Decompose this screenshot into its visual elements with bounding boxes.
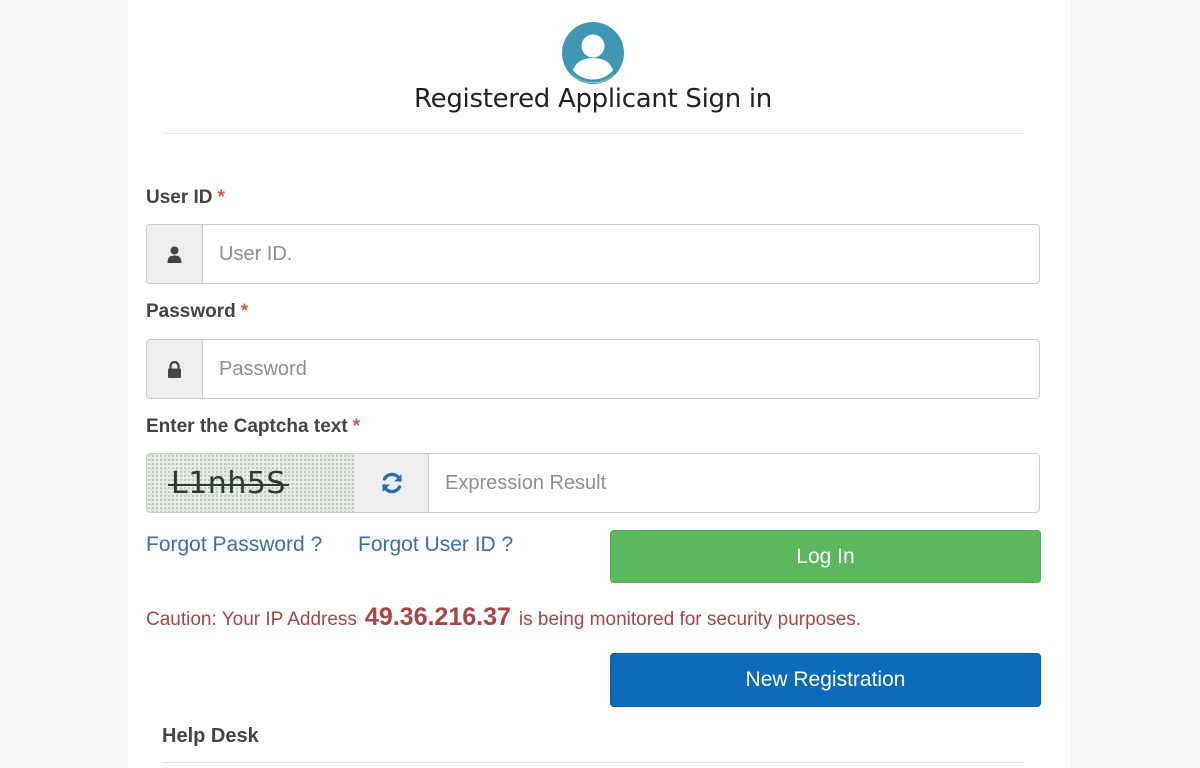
password-input-group (146, 339, 1040, 399)
user-id-label-text: User ID (146, 187, 213, 208)
password-label-text: Password (146, 301, 236, 322)
required-mark: * (352, 416, 361, 437)
refresh-icon[interactable] (355, 454, 429, 512)
page-title: Registered Applicant Sign in (414, 84, 772, 114)
caution-suffix: is being monitored for security purposes… (518, 609, 862, 630)
captcha-label-text: Enter the Captcha text (146, 416, 348, 437)
user-circle-icon (562, 22, 624, 84)
divider (162, 762, 1024, 763)
required-mark: * (217, 187, 225, 208)
password-label: Password * (146, 301, 248, 323)
signin-panel: Registered Applicant Sign in User ID* Pa… (128, 0, 1071, 768)
ip-caution-message: Caution: Your IP Address 49.36.216.37 is b… (146, 603, 861, 632)
captcha-text: L1nh5S (168, 465, 289, 501)
captcha-result-input[interactable] (429, 454, 1039, 512)
forgot-user-id-link[interactable]: Forgot User ID ? (358, 533, 513, 557)
password-input[interactable] (203, 340, 1039, 398)
login-button[interactable]: Log In (610, 530, 1041, 583)
new-registration-button[interactable]: New Registration (610, 653, 1041, 707)
lock-icon (147, 340, 203, 398)
forgot-password-link[interactable]: Forgot Password ? (146, 533, 322, 557)
required-mark: * (240, 301, 249, 322)
divider (162, 133, 1024, 134)
user-id-input-group (146, 224, 1040, 284)
captcha-label: Enter the Captcha text * (146, 416, 360, 438)
user-id-input[interactable] (203, 225, 1039, 283)
user-icon (147, 225, 203, 283)
caution-prefix: Caution: Your IP Address (146, 609, 357, 630)
user-id-label: User ID * (146, 187, 225, 209)
captcha-input-group: L1nh5S (146, 453, 1040, 513)
ip-address: 49.36.216.37 (364, 603, 511, 631)
captcha-image: L1nh5S (147, 454, 355, 512)
help-desk-heading: Help Desk (162, 725, 259, 747)
